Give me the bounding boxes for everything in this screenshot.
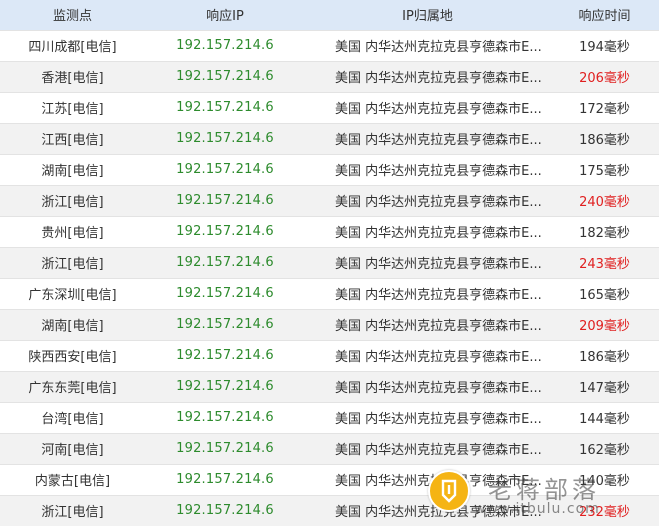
- node-cell: 浙江[电信]: [41, 195, 104, 210]
- ip-cell: 192.157.214.6: [176, 472, 274, 487]
- table-row[interactable]: 广东东莞[电信] 192.157.214.6 美国 内华达州克拉克县亨德森市E...…: [0, 371, 659, 402]
- table-row[interactable]: 浙江[电信] 192.157.214.6 美国 内华达州克拉克县亨德森市E... 24…: [0, 185, 659, 216]
- location-cell: 美国 内华达州克拉克县亨德森市E...: [335, 102, 542, 117]
- ip-cell: 192.157.214.6: [176, 162, 274, 177]
- location-cell: 美国 内华达州克拉克县亨德森市E...: [335, 288, 542, 303]
- response-time-cell: 172毫秒: [579, 102, 630, 117]
- header-location[interactable]: IP归属地: [305, 0, 550, 30]
- response-time-cell: 140毫秒: [579, 474, 630, 489]
- table-row[interactable]: 浙江[电信] 192.157.214.6 美国 内华达州克拉克县亨德森市E... 24…: [0, 247, 659, 278]
- table-row[interactable]: 陕西西安[电信] 192.157.214.6 美国 内华达州克拉克县亨德森市E...…: [0, 340, 659, 371]
- response-time-cell: 240毫秒: [579, 195, 630, 210]
- table-row[interactable]: 广东深圳[电信] 192.157.214.6 美国 内华达州克拉克县亨德森市E...…: [0, 278, 659, 309]
- ip-cell: 192.157.214.6: [176, 441, 274, 456]
- table-row[interactable]: 江西[电信] 192.157.214.6 美国 内华达州克拉克县亨德森市E... 18…: [0, 123, 659, 154]
- table-header-row: 监测点 响应IP IP归属地 响应时间: [0, 0, 659, 30]
- response-time-cell: 182毫秒: [579, 226, 630, 241]
- ip-cell: 192.157.214.6: [176, 38, 274, 53]
- location-cell: 美国 内华达州克拉克县亨德森市E...: [335, 195, 542, 210]
- table-body: 四川成都[电信] 192.157.214.6 美国 内华达州克拉克县亨德森市E...…: [0, 30, 659, 526]
- node-cell: 内蒙古[电信]: [34, 474, 111, 489]
- node-cell: 湖南[电信]: [41, 164, 104, 179]
- table-row[interactable]: 江苏[电信] 192.157.214.6 美国 内华达州克拉克县亨德森市E... 17…: [0, 92, 659, 123]
- header-ip[interactable]: 响应IP: [145, 0, 305, 30]
- ip-cell: 192.157.214.6: [176, 224, 274, 239]
- ip-cell: 192.157.214.6: [176, 410, 274, 425]
- ip-cell: 192.157.214.6: [176, 100, 274, 115]
- header-time[interactable]: 响应时间: [550, 0, 659, 30]
- node-cell: 贵州[电信]: [41, 226, 104, 241]
- response-time-cell: 186毫秒: [579, 133, 630, 148]
- table-row[interactable]: 河南[电信] 192.157.214.6 美国 内华达州克拉克县亨德森市E... 16…: [0, 433, 659, 464]
- node-cell: 浙江[电信]: [41, 505, 104, 521]
- response-time-cell: 186毫秒: [579, 350, 630, 365]
- ip-cell: 192.157.214.6: [176, 193, 274, 208]
- response-time-cell: 206毫秒: [579, 71, 630, 86]
- table-row[interactable]: 台湾[电信] 192.157.214.6 美国 内华达州克拉克县亨德森市E... 14…: [0, 402, 659, 433]
- node-cell: 河南[电信]: [41, 443, 104, 458]
- location-cell: 美国 内华达州克拉克县亨德森市E...: [335, 350, 542, 365]
- response-time-cell: 162毫秒: [579, 443, 630, 458]
- location-cell: 美国 内华达州克拉克县亨德森市E...: [335, 443, 542, 458]
- table-row[interactable]: 湖南[电信] 192.157.214.6 美国 内华达州克拉克县亨德森市E... 20…: [0, 309, 659, 340]
- node-cell: 湖南[电信]: [41, 319, 104, 334]
- location-cell: 美国 内华达州克拉克县亨德森市E...: [335, 474, 542, 489]
- node-cell: 江苏[电信]: [41, 102, 104, 117]
- location-cell: 美国 内华达州克拉克县亨德森市E...: [335, 40, 542, 55]
- ping-results-table: 监测点 响应IP IP归属地 响应时间 四川成都[电信] 192.157.214.…: [0, 0, 659, 526]
- ip-cell: 192.157.214.6: [176, 131, 274, 146]
- response-time-cell: 243毫秒: [579, 257, 630, 272]
- table-row[interactable]: 贵州[电信] 192.157.214.6 美国 内华达州克拉克县亨德森市E... 18…: [0, 216, 659, 247]
- ip-cell: 192.157.214.6: [176, 348, 274, 363]
- location-cell: 美国 内华达州克拉克县亨德森市E...: [335, 319, 542, 334]
- table-row[interactable]: 浙江[电信] 192.157.214.6 美国 内华达州克拉克县亨德森市E... 23…: [0, 495, 659, 526]
- location-cell: 美国 内华达州克拉克县亨德森市E...: [335, 257, 542, 272]
- table-row[interactable]: 内蒙古[电信] 192.157.214.6 美国 内华达州克拉克县亨德森市E... 1…: [0, 464, 659, 495]
- table-row[interactable]: 四川成都[电信] 192.157.214.6 美国 内华达州克拉克县亨德森市E...…: [0, 30, 659, 61]
- node-cell: 浙江[电信]: [41, 257, 104, 272]
- node-cell: 台湾[电信]: [41, 412, 104, 427]
- location-cell: 美国 内华达州克拉克县亨德森市E...: [335, 505, 542, 521]
- node-cell: 江西[电信]: [41, 133, 104, 148]
- node-cell: 陕西西安[电信]: [28, 350, 117, 365]
- response-time-cell: 147毫秒: [579, 381, 630, 396]
- node-cell: 广东东莞[电信]: [28, 381, 117, 396]
- location-cell: 美国 内华达州克拉克县亨德森市E...: [335, 71, 542, 86]
- response-time-cell: 175毫秒: [579, 164, 630, 179]
- location-cell: 美国 内华达州克拉克县亨德森市E...: [335, 164, 542, 179]
- response-time-cell: 165毫秒: [579, 288, 630, 303]
- response-time-cell: 144毫秒: [579, 412, 630, 427]
- location-cell: 美国 内华达州克拉克县亨德森市E...: [335, 226, 542, 241]
- table-row[interactable]: 湖南[电信] 192.157.214.6 美国 内华达州克拉克县亨德森市E... 17…: [0, 154, 659, 185]
- location-cell: 美国 内华达州克拉克县亨德森市E...: [335, 412, 542, 427]
- ip-cell: 192.157.214.6: [176, 379, 274, 394]
- ip-cell: 192.157.214.6: [176, 503, 274, 519]
- node-cell: 四川成都[电信]: [28, 40, 117, 55]
- location-cell: 美国 内华达州克拉克县亨德森市E...: [335, 381, 542, 396]
- node-cell: 广东深圳[电信]: [28, 288, 117, 303]
- ip-cell: 192.157.214.6: [176, 286, 274, 301]
- response-time-cell: 232毫秒: [579, 505, 630, 521]
- ip-cell: 192.157.214.6: [176, 69, 274, 84]
- ip-cell: 192.157.214.6: [176, 255, 274, 270]
- node-cell: 香港[电信]: [41, 71, 104, 86]
- response-time-cell: 209毫秒: [579, 319, 630, 334]
- location-cell: 美国 内华达州克拉克县亨德森市E...: [335, 133, 542, 148]
- table-row[interactable]: 香港[电信] 192.157.214.6 美国 内华达州克拉克县亨德森市E... 20…: [0, 61, 659, 92]
- header-node[interactable]: 监测点: [0, 0, 145, 30]
- ip-cell: 192.157.214.6: [176, 317, 274, 332]
- response-time-cell: 194毫秒: [579, 40, 630, 55]
